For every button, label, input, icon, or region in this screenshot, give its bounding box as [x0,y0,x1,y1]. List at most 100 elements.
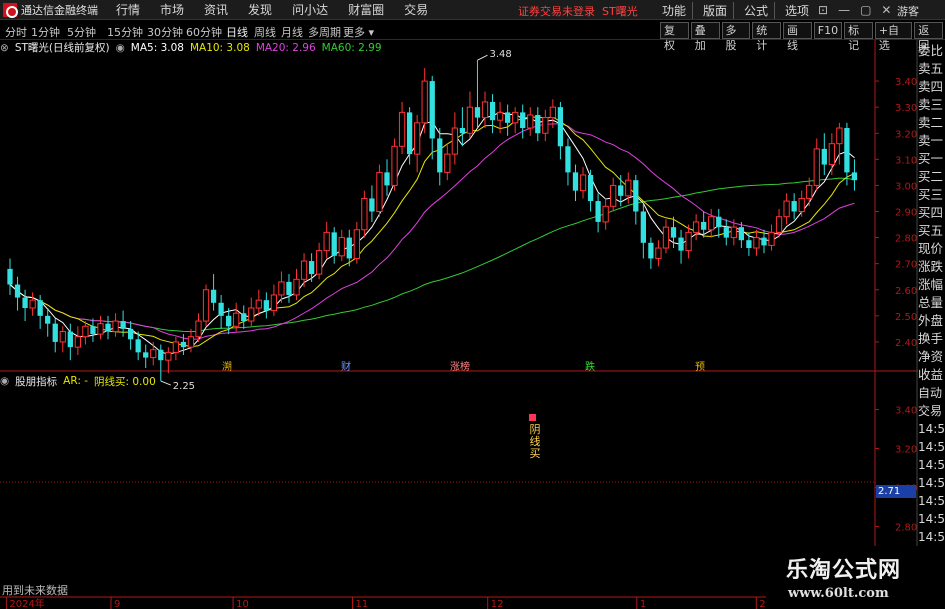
indicator-settings-icon[interactable]: ◉ [0,375,9,387]
candle-body [421,80,428,124]
quote-field-6: 买一 [918,151,944,166]
event-marker: 溯 [222,360,232,373]
candle-body [112,320,119,332]
candle-body [241,313,247,322]
candle-body [798,197,805,212]
candle-body [662,226,670,249]
candle-body [708,216,715,231]
candle-body [746,240,752,249]
current-price-marker: 2.71 [876,485,916,498]
candle-body [233,312,240,327]
low-leader [160,380,171,386]
candle-body [836,127,843,145]
candle-body [542,117,549,134]
candle-body [90,326,96,335]
candle-body [315,250,323,275]
candle-body [82,325,89,338]
legend-settings-icon[interactable]: ◉ [116,42,125,54]
y-tick-label: 2.60 [895,286,917,297]
candle-body [783,200,790,218]
candle-body [625,179,632,197]
legend-settings-icon[interactable]: ⊗ [0,42,9,54]
y-tick-label: 2.40 [895,338,917,349]
quote-field-16: 换手 [918,331,944,346]
stock-name-label: ST曙光(日线前复权) [14,42,110,54]
candle-body [14,284,21,298]
candle-body [527,114,534,129]
candle-body [391,145,398,186]
y-tick-label: 3.40 [895,77,917,88]
legend-ma10: MA10: 3.08 [189,41,250,54]
candle-body [496,111,504,121]
candle-body [210,289,217,303]
candle-body [59,330,66,343]
quote-field-0: 委比 [918,43,944,58]
candle-body [618,185,624,196]
candle-body [158,349,164,361]
candle-body [165,351,172,361]
trade-time-item: 14:56 [918,530,945,544]
x-tick-label: 11 [356,599,369,609]
candle-body [353,229,360,259]
candle-body [308,261,315,275]
candle-body [520,112,526,129]
candle-body [105,323,111,332]
candle-body [286,281,292,295]
quote-field-2: 卖四 [918,79,944,94]
candle-body [791,201,797,212]
quote-field-17: 净资 [918,349,944,364]
trade-time-item: 14:55 [918,512,945,526]
candle-body [293,278,300,296]
watermark: 乐淘公式网 www.60lt.com [766,546,945,609]
candle-body [195,320,202,338]
candle-body [716,216,722,228]
candle-body [444,153,451,173]
candle-body [489,101,496,121]
indicator-signal-label: 阴线买 [529,423,541,460]
candle-body [572,172,579,191]
event-marker: 跌 [585,360,595,373]
quote-field-3: 卖三 [918,97,944,112]
candle-body [692,221,700,233]
trade-time-item: 14:55 [918,476,945,490]
candle-body [481,101,489,119]
candle-body [565,146,571,173]
ma60-line [9,177,855,333]
candle-body [29,299,36,309]
candle-body [120,321,126,329]
trade-time-item: 14:54 [918,440,945,454]
auto-trade-label[interactable]: 自动 [918,384,945,402]
candle-body [67,331,73,348]
event-marker: 预 [695,361,705,373]
quote-field-15: 外盘 [918,313,944,328]
candle-body [338,237,345,257]
candle-body [398,111,406,147]
candle-body [369,198,375,212]
low-price-label: 2.25 [173,381,195,392]
candle-body [685,231,692,252]
trade-time-item: 14:55 [918,494,945,508]
candle-body [278,281,285,296]
auto-trade-label[interactable]: 交易 [918,402,945,420]
candle-body [610,184,617,207]
candle-body [730,226,737,239]
candle-body [633,180,639,212]
indicator-y-tick-label: 3.20 [895,445,917,456]
candle-body [248,307,255,322]
candle-body [97,323,104,335]
indicator-y-tick-label: 3.40 [895,406,917,417]
candle-body [851,172,858,181]
watermark-url: www.60lt.com [788,586,889,601]
candle-body [226,315,232,327]
candle-body [451,127,458,155]
kline-chart[interactable]: 2.40 2.50 2.60 2.70 2.80 2.90 3.00 3.10 3.20 3.30… [0,0,945,609]
candle-body [263,300,269,311]
candle-body [187,336,195,348]
trade-time-item: 14:53 [918,422,945,436]
candle-body [753,237,760,249]
candle-body [135,339,141,353]
indicator-legend: ◉ 股朋指标 AR: - 阴线买: 0.00 [0,374,162,388]
quote-field-12: 涨跌 [918,259,944,274]
candle-body [459,128,466,134]
x-tick-label: 1 [640,599,646,609]
